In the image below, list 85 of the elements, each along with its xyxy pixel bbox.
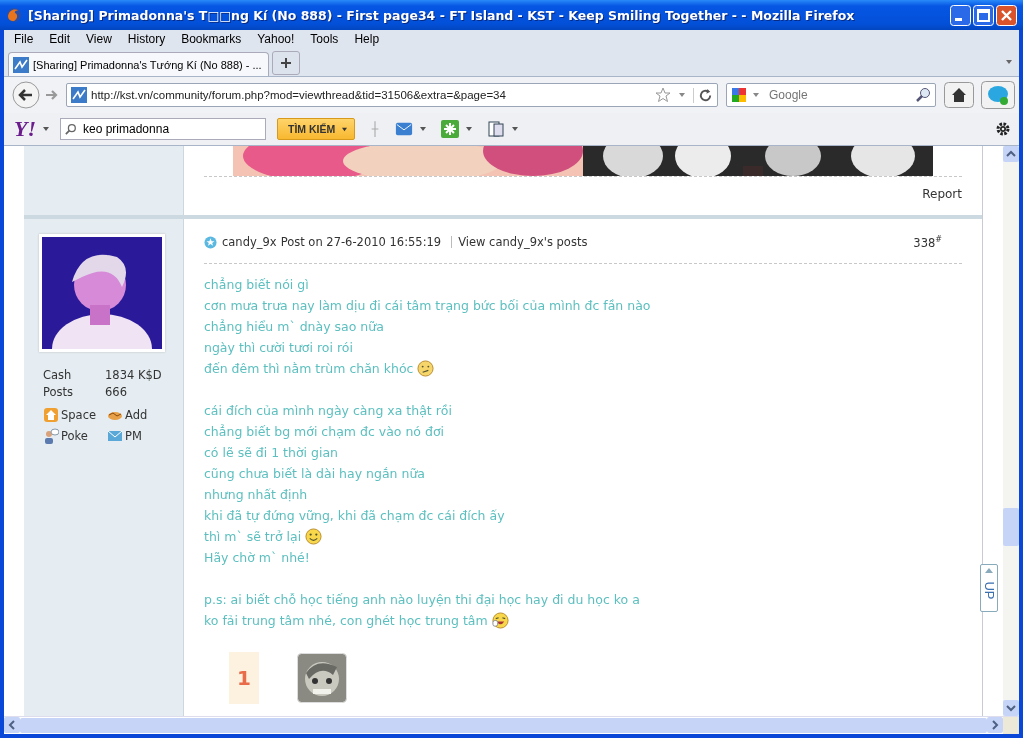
caret-icon[interactable] (752, 92, 760, 98)
reload-icon[interactable] (693, 87, 713, 103)
post-date: Post on 27-6-2010 16:55:19 (280, 235, 442, 249)
caret-icon[interactable] (42, 126, 50, 132)
back-button[interactable] (12, 81, 40, 109)
browser-tab[interactable]: [Sharing] Primadonna's Tướng Kí (No 888) - ... (8, 52, 269, 76)
scrollbar-thumb[interactable] (1003, 508, 1019, 546)
post-text: ngày thì cười tươi roi rói (204, 340, 353, 355)
post-text: chẳng hiểu m` dnày sao nữa (204, 319, 384, 334)
tab-list-icon[interactable] (1005, 59, 1013, 65)
envelope-icon (107, 428, 123, 444)
firefox-icon (6, 7, 22, 23)
post-text: khi đã tự đứng vững, khi đã chạm đc cái đích ấy (204, 508, 505, 523)
post-text: chẳng biết nói gì (204, 277, 309, 292)
plus-icon (279, 57, 292, 69)
caret-icon[interactable] (419, 126, 428, 132)
post-text: đến đêm thì nằm trùm chăn khóc (204, 361, 414, 376)
menu-item[interactable]: Tools (304, 32, 345, 46)
report-link[interactable]: Report (922, 187, 962, 201)
menu-item[interactable]: Help (348, 32, 386, 46)
bookmark-star-icon[interactable] (655, 87, 671, 103)
search-button[interactable]: TÌM KIẾM (277, 118, 356, 140)
view-posts-link[interactable]: View candy_9x's posts (458, 235, 588, 249)
menu-item[interactable]: Yahoo! (251, 32, 301, 46)
stat-value: 666 (105, 385, 128, 399)
menu-item[interactable]: History (121, 32, 172, 46)
post-text: cơn mưa trưa nay làm dịu đi cái tâm trạng bức bối của mình đc fần nào (204, 298, 651, 313)
laughing-face-icon (491, 612, 509, 629)
house-icon (43, 407, 59, 423)
minimize-button[interactable] (950, 4, 971, 26)
search-icon[interactable] (915, 87, 931, 103)
post-text: cũng chưa biết là dài hay ngắn nữa (204, 466, 425, 481)
star-icon (204, 235, 217, 249)
search-box[interactable]: keo primadonna (60, 118, 266, 140)
maximize-button[interactable] (973, 4, 994, 26)
post-text: p.s: ai biết chỗ học tiếng anh nào luyện thi đại học hay đi du học ko a (204, 592, 640, 607)
post-text: chẳng biết bg mới chạm đc vào nó đơi (204, 424, 445, 439)
asterisk-icon[interactable] (441, 120, 460, 138)
site-icon (71, 87, 87, 103)
menu-item[interactable]: Edit (43, 32, 77, 46)
profile-link[interactable]: PM (125, 429, 142, 443)
stat-value: 1834 K$D (105, 368, 163, 382)
stat-label: Posts (43, 385, 75, 399)
search-icon (65, 123, 77, 135)
rating-number: 1 (229, 652, 259, 704)
caret-icon[interactable] (465, 126, 474, 132)
post-number: 338$^{#}$ (913, 234, 942, 250)
resize-grip[interactable] (1003, 717, 1019, 734)
triangle-icon (985, 568, 993, 573)
post-text: Hãy chờ m` nhé! (204, 550, 310, 565)
scroll-up-button[interactable]: UP (980, 564, 998, 612)
close-button[interactable] (996, 4, 1017, 26)
post-text: cái đích của mình ngày càng xa thật rồi (204, 403, 452, 418)
profile-link[interactable]: Add (125, 408, 148, 422)
new-tab-button[interactable] (271, 51, 300, 75)
mail-icon[interactable] (395, 120, 414, 138)
yahoo-logo[interactable]: Y! (14, 116, 36, 142)
post-text: thì m` sẽ trở lại (204, 529, 302, 544)
caret-icon[interactable] (678, 92, 686, 98)
vertical-scrollbar[interactable] (1003, 146, 1019, 716)
menu-item[interactable]: View (80, 32, 118, 46)
author-link[interactable]: candy_9x (222, 235, 277, 249)
confused-face-icon (417, 360, 435, 377)
caret-icon[interactable] (511, 126, 520, 132)
post-text: nhưng nhất định (204, 487, 308, 502)
post-text: ko fải trung tâm nhé, con ghét học trung tâm (204, 613, 488, 628)
site-icon (13, 56, 29, 73)
chat-cloud-icon[interactable] (981, 81, 1015, 109)
person-icon (43, 428, 59, 444)
home-button[interactable] (944, 82, 974, 108)
address-field[interactable]: http://kst.vn/community/forum.php?mod=viewthread&tid=31506&extra=&page=34 (66, 83, 718, 107)
document-icon[interactable] (487, 120, 506, 138)
menu-item[interactable]: File (8, 32, 40, 46)
post-text: có lẽ sẽ đi 1 thời gian (204, 445, 339, 460)
profile-link[interactable]: Space (61, 408, 97, 422)
caret-icon (341, 126, 349, 132)
profile-link[interactable]: Poke (61, 429, 88, 443)
horizontal-scrollbar[interactable] (4, 716, 1019, 734)
menu-item[interactable]: Bookmarks (175, 32, 248, 46)
search-box[interactable]: Google (726, 83, 936, 107)
search-engine-icon[interactable] (731, 87, 747, 103)
window-title: [Sharing] Primadonna's T□□ng Kí (No 888) - First page34 - FT Island - KST - Keep Smiling Together - - Mozilla Firefox (28, 7, 856, 23)
stat-label: Cash (43, 368, 73, 382)
settings-icon[interactable] (995, 121, 1011, 137)
smiley-icon (305, 528, 323, 545)
